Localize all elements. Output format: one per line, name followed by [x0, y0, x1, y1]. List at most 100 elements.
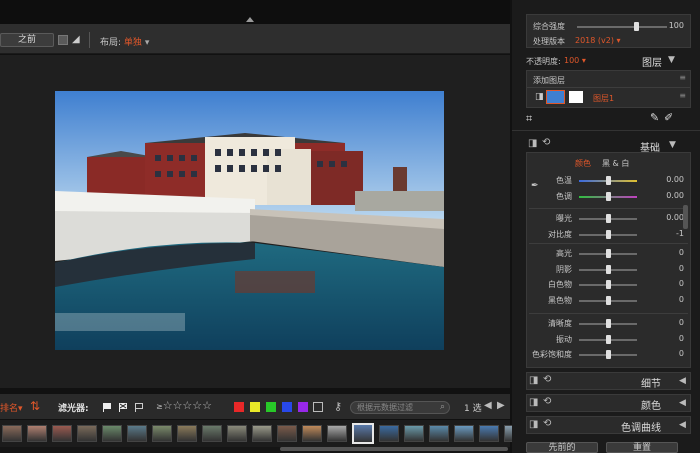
- photo-preview[interactable]: [55, 91, 444, 350]
- slider-knob[interactable]: [606, 295, 611, 305]
- panel-toggle-icon[interactable]: ◨: [529, 397, 538, 408]
- layer-visibility-icon[interactable]: ◨: [535, 92, 544, 102]
- process-version-dropdown[interactable]: 2018 (v2) ▾: [575, 36, 621, 45]
- before-button[interactable]: 之前: [0, 33, 54, 47]
- color-label-swatch[interactable]: [234, 402, 244, 412]
- toolbar-divider: [89, 32, 90, 48]
- thumbnail[interactable]: [102, 425, 122, 442]
- layer-mask-thumbnail[interactable]: [569, 91, 583, 103]
- panel-scrollbar[interactable]: [683, 205, 688, 229]
- mode-bw-tab[interactable]: 黑 & 白: [602, 158, 629, 169]
- thumbnail[interactable]: [127, 425, 147, 442]
- reset-icon[interactable]: ⟲: [543, 396, 551, 407]
- rating-filter[interactable]: ≥☆☆☆☆☆: [156, 399, 212, 412]
- chevron-left-icon[interactable]: ◀: [679, 376, 686, 386]
- reset-button[interactable]: 重置: [606, 442, 678, 453]
- slider-knob[interactable]: [606, 264, 611, 274]
- panel-toggle-icon[interactable]: ◨: [529, 419, 538, 430]
- key-icon[interactable]: ⚷: [334, 400, 342, 413]
- flag-rejected-icon[interactable]: [118, 402, 128, 412]
- thumbnail[interactable]: [77, 425, 97, 442]
- color-label-swatch[interactable]: [282, 402, 292, 412]
- brush-icon[interactable]: ✎: [650, 111, 659, 124]
- slider-knob[interactable]: [606, 280, 611, 289]
- menu-icon[interactable]: ≡: [679, 91, 686, 100]
- chevron-down-icon[interactable]: ▼: [668, 55, 675, 65]
- color-label-swatch[interactable]: [266, 402, 276, 412]
- overall-strength-knob[interactable]: [634, 22, 639, 31]
- thumbnail[interactable]: [2, 425, 22, 442]
- split-view-icon[interactable]: ◢: [72, 34, 84, 46]
- layout-selector[interactable]: 布局: 单独 ▾: [100, 35, 149, 48]
- thumbnail-selected[interactable]: [352, 423, 374, 444]
- thumbnail[interactable]: [454, 425, 474, 442]
- slider-knob[interactable]: [606, 191, 611, 201]
- slider-knob[interactable]: [606, 334, 611, 344]
- tone-curve-section[interactable]: ◨ ⟲ 色调曲线 ◀: [526, 416, 691, 434]
- flag-picked-icon[interactable]: [102, 402, 112, 412]
- chevron-down-icon[interactable]: ▼: [669, 140, 676, 150]
- slider-knob[interactable]: [606, 214, 611, 223]
- thumbnail[interactable]: [302, 425, 322, 442]
- slider-knob[interactable]: [606, 249, 611, 258]
- mode-color-tab[interactable]: 颜色: [575, 158, 591, 169]
- thumbnail[interactable]: [227, 425, 247, 442]
- reset-icon[interactable]: ⟲: [542, 137, 550, 148]
- thumbnail[interactable]: [379, 425, 399, 442]
- collapse-top-icon[interactable]: [246, 17, 254, 22]
- thumbnail[interactable]: [177, 425, 197, 442]
- slider-knob[interactable]: [606, 229, 611, 239]
- detail-section[interactable]: ◨ ⟲ 细节 ◀: [526, 372, 691, 390]
- previous-button[interactable]: 先前的: [526, 442, 598, 453]
- color-section[interactable]: ◨ ⟲ 颜色 ◀: [526, 394, 691, 412]
- color-label-swatch[interactable]: [250, 402, 260, 412]
- reset-icon[interactable]: ⟲: [543, 374, 551, 385]
- layer-thumbnail[interactable]: [546, 90, 565, 104]
- slider-knob[interactable]: [606, 176, 611, 185]
- rating-prefix: ≥: [156, 402, 163, 411]
- prev-arrow-icon[interactable]: ◀: [484, 400, 492, 411]
- metadata-search-input[interactable]: 根据元数据过滤 ⌕: [350, 401, 450, 414]
- thumbnail[interactable]: [404, 425, 424, 442]
- detail-title: 细节: [641, 379, 661, 390]
- panel-toggle-icon[interactable]: ◨: [528, 138, 537, 149]
- thumbnail[interactable]: [52, 425, 72, 442]
- slider-value: -1: [676, 228, 684, 238]
- thumbnail[interactable]: [252, 425, 272, 442]
- color-label-none[interactable]: [313, 402, 323, 412]
- flag-unflagged-icon[interactable]: [134, 402, 144, 412]
- slider-knob[interactable]: [606, 319, 611, 328]
- chevron-left-icon[interactable]: ◀: [679, 398, 686, 408]
- thumbnail[interactable]: [429, 425, 449, 442]
- chevron-left-icon[interactable]: ◀: [679, 420, 686, 430]
- add-layer-button[interactable]: 添加图层: [533, 75, 565, 86]
- sort-order-icon[interactable]: ⇅: [30, 399, 40, 413]
- slider-value: 0.00: [666, 175, 684, 184]
- panel-toggle-icon[interactable]: ◨: [529, 375, 538, 386]
- thumbnail[interactable]: [27, 425, 47, 442]
- layer-name[interactable]: 图层1: [593, 93, 614, 104]
- thumbnail[interactable]: [327, 425, 347, 442]
- reset-icon[interactable]: ⟲: [543, 418, 551, 429]
- eyedropper-icon[interactable]: ✒: [531, 181, 539, 191]
- compare-toggle-icon[interactable]: [58, 35, 68, 45]
- thumbnail[interactable]: [202, 425, 222, 442]
- slider-value: 0.00: [666, 190, 684, 200]
- color-label-swatch[interactable]: [298, 402, 308, 412]
- slider-knob[interactable]: [606, 350, 611, 359]
- search-icon: ⌕: [439, 402, 445, 412]
- image-canvas[interactable]: [0, 55, 510, 388]
- menu-icon[interactable]: ≡: [679, 73, 686, 82]
- crop-icon[interactable]: ⌗: [526, 112, 532, 126]
- sort-dropdown[interactable]: 排名▾: [0, 401, 23, 414]
- layout-value: 单独: [123, 38, 142, 48]
- thumbnail[interactable]: [479, 425, 499, 442]
- overall-strength-slider[interactable]: [577, 26, 667, 28]
- filmstrip-scrollbar[interactable]: [280, 447, 508, 451]
- opacity-dropdown[interactable]: 100 ▾: [564, 56, 586, 65]
- filmstrip-bottom: [0, 447, 510, 453]
- thumbnail[interactable]: [152, 425, 172, 442]
- gradient-brush-icon[interactable]: ✐: [664, 111, 673, 124]
- thumbnail[interactable]: [277, 425, 297, 442]
- next-arrow-icon[interactable]: ▶: [497, 400, 505, 411]
